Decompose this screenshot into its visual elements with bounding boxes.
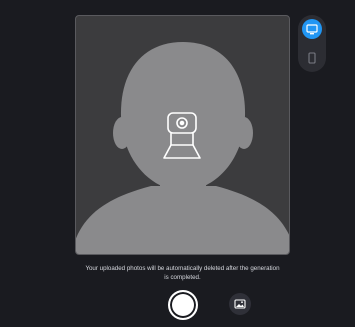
privacy-notice-line1: Your uploaded photos will be automatical… [85,265,280,272]
camera-screen: Your uploaded photos will be automatical… [0,0,355,327]
privacy-notice: Your uploaded photos will be automatical… [60,264,305,282]
device-toggle [298,15,326,72]
mobile-toggle-button[interactable] [302,48,322,68]
desktop-icon [306,23,318,34]
shutter-button[interactable] [168,290,198,320]
desktop-toggle-button[interactable] [302,19,322,39]
gallery-upload-button[interactable] [229,293,251,315]
privacy-notice-line2: is completed. [164,274,201,281]
person-silhouette-icon [76,42,289,254]
mobile-icon [308,52,316,64]
image-icon [234,299,246,309]
camera-preview [75,15,290,255]
